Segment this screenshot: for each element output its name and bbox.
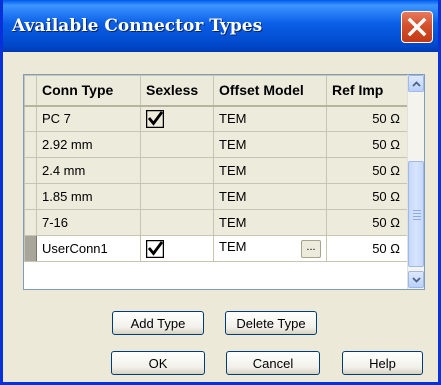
cell-ref-imp[interactable]: 50 Ω	[326, 235, 409, 262]
scroll-thumb-grip	[413, 210, 421, 220]
column-header-sexless[interactable]: Sexless	[140, 75, 214, 107]
cell-offset-model[interactable]: TEM	[213, 183, 327, 210]
cell-offset-model[interactable]: TEM...	[213, 235, 327, 262]
cancel-button[interactable]: Cancel	[226, 351, 320, 375]
cell-offset-model[interactable]: TEM	[213, 157, 327, 184]
column-header-ref-imp[interactable]: Ref Imp	[326, 75, 409, 107]
table-row[interactable]: 2.92 mm TEM 50 Ω	[24, 131, 409, 158]
delete-type-button[interactable]: Delete Type	[225, 311, 317, 335]
offset-model-text: TEM	[219, 239, 247, 254]
cell-ref-imp[interactable]: 50 Ω	[326, 157, 409, 184]
cell-sexless[interactable]	[140, 209, 214, 236]
row-indicator-header	[24, 75, 37, 107]
add-type-button[interactable]: Add Type	[112, 311, 204, 335]
ok-button[interactable]: OK	[111, 351, 205, 375]
help-button[interactable]: Help	[342, 351, 423, 375]
row-indicator[interactable]	[24, 157, 37, 184]
table-row[interactable]: PC 7 TEM 50 Ω	[24, 105, 409, 132]
ellipsis-button[interactable]: ...	[301, 240, 321, 258]
offset-model-text: TEM	[219, 215, 247, 230]
row-indicator[interactable]	[24, 183, 37, 210]
offset-model-text: TEM	[219, 137, 247, 152]
cell-sexless[interactable]	[140, 131, 214, 158]
cell-conn-type[interactable]: 2.92 mm	[36, 131, 141, 158]
offset-model-text: TEM	[219, 189, 247, 204]
chevron-up-icon	[411, 80, 421, 87]
cell-sexless[interactable]	[140, 235, 214, 262]
cell-sexless[interactable]	[140, 183, 214, 210]
connector-table: Conn Type Sexless Offset Model Ref Imp P…	[24, 75, 409, 262]
connector-types-dialog: Available Connector Types Conn Type Sexl…	[0, 0, 441, 385]
cell-offset-model[interactable]: TEM	[213, 209, 327, 236]
cell-conn-type[interactable]: UserConn1	[36, 235, 141, 262]
scroll-thumb[interactable]	[408, 161, 424, 267]
chevron-down-icon	[411, 276, 421, 283]
scroll-down-button[interactable]	[408, 271, 424, 288]
header-row: Conn Type Sexless Offset Model Ref Imp	[24, 75, 409, 107]
grid-body: PC 7 TEM 50 Ω 2.92 mm TEM 50 Ω 2.4 mm TEM 50 Ω 1.…	[24, 105, 409, 262]
cell-ref-imp[interactable]: 50 Ω	[326, 131, 409, 158]
table-row[interactable]: 7-16 TEM 50 Ω	[24, 209, 409, 236]
close-button[interactable]	[401, 11, 433, 43]
row-indicator[interactable]	[24, 209, 37, 236]
scroll-up-button[interactable]	[408, 75, 424, 92]
row-indicator[interactable]	[24, 131, 37, 158]
offset-model-text: TEM	[219, 111, 247, 127]
cell-conn-type[interactable]: 7-16	[36, 209, 141, 236]
window-title: Available Connector Types	[12, 16, 263, 36]
vertical-scrollbar[interactable]	[407, 75, 424, 289]
cell-sexless[interactable]	[140, 105, 214, 132]
connector-grid[interactable]: Conn Type Sexless Offset Model Ref Imp P…	[23, 74, 425, 290]
close-icon	[407, 17, 427, 37]
checkbox-checked-icon[interactable]	[145, 239, 165, 258]
cell-offset-model[interactable]: TEM	[213, 105, 327, 132]
table-row[interactable]: UserConn1 TEM... 50 Ω	[24, 235, 409, 262]
cell-ref-imp[interactable]: 50 Ω	[326, 105, 409, 132]
table-row[interactable]: 2.4 mm TEM 50 Ω	[24, 157, 409, 184]
cell-sexless[interactable]	[140, 157, 214, 184]
checkbox-checked-icon[interactable]	[145, 109, 165, 128]
table-row[interactable]: 1.85 mm TEM 50 Ω	[24, 183, 409, 210]
cell-ref-imp[interactable]: 50 Ω	[326, 183, 409, 210]
row-indicator[interactable]	[24, 105, 37, 132]
offset-model-text: TEM	[219, 163, 247, 178]
cell-conn-type[interactable]: 1.85 mm	[36, 183, 141, 210]
cell-conn-type[interactable]: PC 7	[36, 105, 141, 132]
row-indicator[interactable]	[24, 235, 37, 262]
title-bar[interactable]: Available Connector Types	[3, 0, 438, 52]
column-header-offset-model[interactable]: Offset Model	[213, 75, 327, 107]
cell-conn-type[interactable]: 2.4 mm	[36, 157, 141, 184]
cell-offset-model[interactable]: TEM	[213, 131, 327, 158]
cell-ref-imp[interactable]: 50 Ω	[326, 209, 409, 236]
column-header-conn-type[interactable]: Conn Type	[36, 75, 141, 107]
